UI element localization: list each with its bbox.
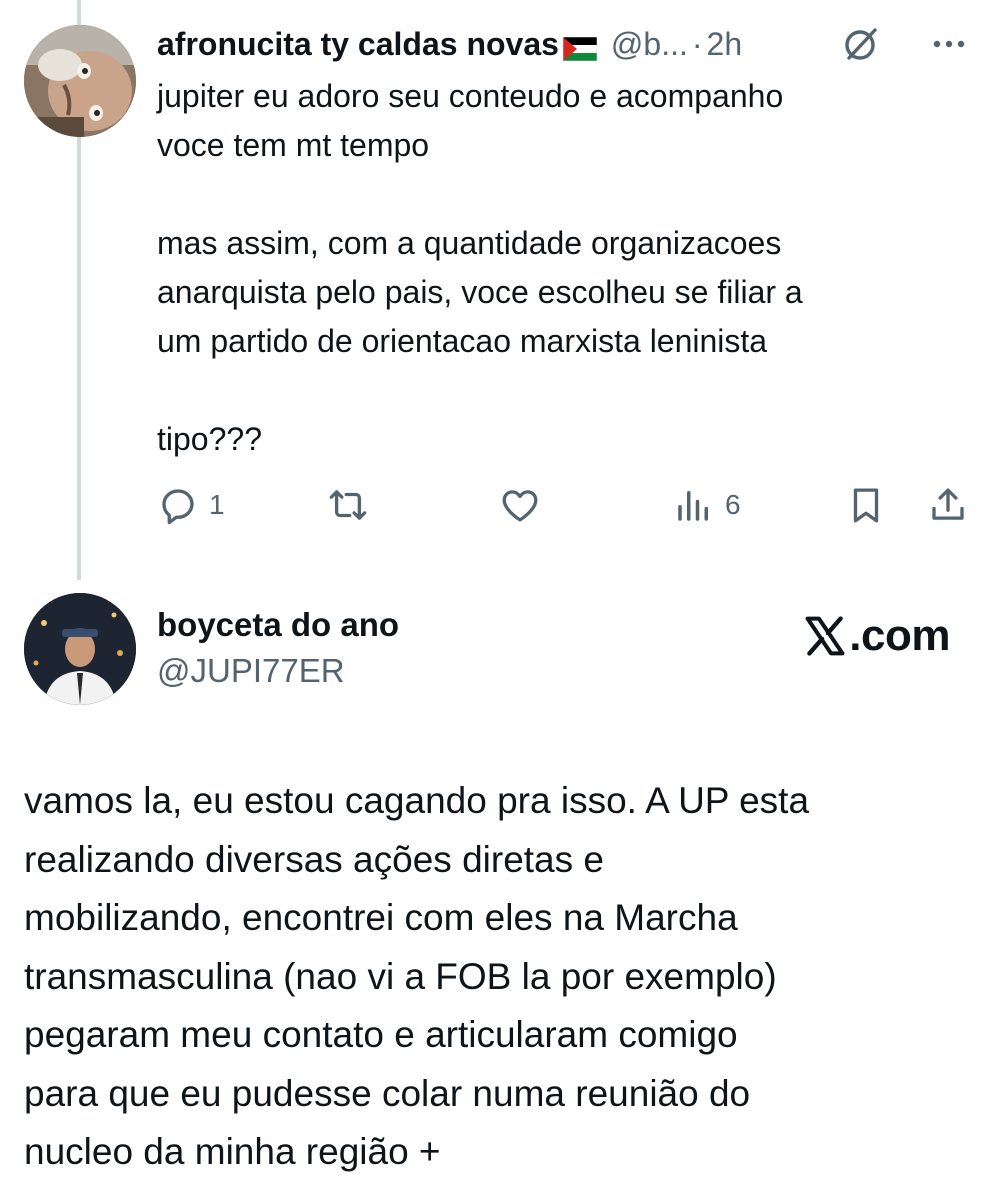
main-line: vamos la, eu estou cagando pra isso. A U…	[24, 780, 810, 821]
main-line: realizando diversas ações diretas e	[24, 838, 604, 880]
reply-handle[interactable]: @b...	[611, 26, 688, 63]
reply-text: jupiter eu adoro seu conteudo e acompanh…	[157, 72, 967, 464]
like-button[interactable]	[499, 482, 551, 528]
share-button[interactable]	[927, 482, 969, 528]
main-line: nucleo da minha região +	[24, 1131, 441, 1172]
more-options-icon[interactable]	[929, 24, 969, 64]
reply-line: um partido de orientacao marxista lenini…	[157, 323, 768, 359]
grok-icon[interactable]	[841, 24, 881, 64]
views-icon	[678, 491, 708, 521]
reply-count: 1	[209, 489, 225, 520]
reply-display-name[interactable]: afronucita ty caldas novas	[157, 26, 559, 63]
reply-button[interactable]: 1	[157, 482, 225, 528]
main-tweet-text: vamos la, eu estou cagando pra isso. A U…	[24, 772, 964, 1182]
brand-suffix: .com	[849, 611, 950, 660]
reply-action-bar: 1 6	[157, 482, 969, 528]
reply-header: afronucita ty caldas novas @b... · 2h	[157, 22, 969, 66]
bookmark-button[interactable]	[845, 482, 887, 528]
views-count: 6	[725, 489, 741, 520]
reply-line: jupiter eu adoro seu conteudo e acompanh…	[157, 78, 784, 114]
repost-button[interactable]	[327, 482, 379, 528]
bookmark-icon	[853, 488, 879, 523]
views-button[interactable]: 6	[673, 482, 741, 528]
main-line: pegaram meu contato e articularam comigo	[24, 1014, 738, 1055]
x-com-brand: .com	[803, 611, 950, 661]
main-line: transmasculina (nao vi a FOB la por exem…	[24, 955, 777, 997]
reply-author-avatar[interactable]	[24, 25, 136, 137]
reply-icon	[162, 489, 194, 525]
main-line: para que eu pudesse colar numa reunião d…	[24, 1072, 751, 1114]
main-author-avatar[interactable]	[24, 593, 136, 705]
x-logo-icon	[805, 616, 845, 656]
main-line: mobilizando, encontrei com eles na March…	[24, 897, 738, 938]
meta-separator: ·	[691, 25, 703, 62]
repost-icon	[329, 490, 367, 520]
main-handle[interactable]: @JUPI77ER	[157, 652, 345, 690]
reply-line: voce tem mt tempo	[157, 127, 430, 163]
reply-line: mas assim, com a quantidade organizacoes	[157, 225, 782, 261]
main-display-name[interactable]: boyceta do ano	[157, 606, 399, 644]
palestine-flag-icon	[562, 32, 598, 62]
reply-timestamp[interactable]: 2h	[707, 26, 743, 63]
reply-line: anarquista pelo pais, voce escolheu se f…	[157, 274, 803, 310]
like-icon	[502, 490, 538, 522]
share-icon	[932, 488, 964, 520]
reply-line: tipo???	[157, 421, 262, 457]
tweet-screenshot: afronucita ty caldas novas @b... · 2h ju…	[0, 0, 992, 1200]
